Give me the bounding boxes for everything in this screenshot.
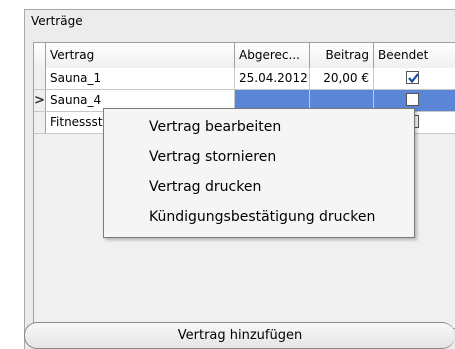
group-title: Verträge: [31, 14, 83, 28]
row-header-corner: [34, 43, 46, 68]
cell-vertrag[interactable]: Sauna_1: [46, 68, 235, 89]
context-menu: Vertrag bearbeiten Vertrag stornieren Ve…: [103, 108, 415, 238]
column-header-vertrag[interactable]: Vertrag: [46, 43, 235, 68]
cell-abgerechnet[interactable]: 25.04.2012: [235, 68, 310, 89]
beendet-checkbox[interactable]: [406, 93, 419, 106]
grid-header-row: Vertrag Abgerec... Beitrag Beendet: [34, 43, 455, 69]
row-header[interactable]: [34, 112, 46, 133]
beendet-checkbox[interactable]: [406, 71, 419, 84]
column-header-abgerechnet[interactable]: Abgerec...: [235, 43, 310, 68]
menu-item-vertrag-drucken[interactable]: Vertrag drucken: [149, 179, 261, 195]
cell-beendet[interactable]: [374, 68, 455, 89]
menu-item-vertrag-stornieren[interactable]: Vertrag stornieren: [149, 149, 276, 165]
column-header-beendet[interactable]: Beendet: [374, 43, 455, 68]
row-header[interactable]: [34, 68, 46, 89]
cell-beitrag[interactable]: 20,00 €: [310, 68, 374, 89]
table-row[interactable]: Sauna_1 25.04.2012 20,00 €: [34, 68, 455, 90]
group-header: Verträge: [25, 10, 455, 34]
checkmark-icon: [408, 73, 419, 84]
menu-item-vertrag-bearbeiten[interactable]: Vertrag bearbeiten: [149, 119, 281, 135]
add-contract-button[interactable]: Vertrag hinzufügen: [24, 322, 455, 349]
menu-item-kuendigungsbestaetigung-drucken[interactable]: Kündigungsbestätigung drucken: [149, 209, 375, 225]
current-row-marker[interactable]: >: [34, 90, 46, 111]
column-header-beitrag[interactable]: Beitrag: [310, 43, 374, 68]
